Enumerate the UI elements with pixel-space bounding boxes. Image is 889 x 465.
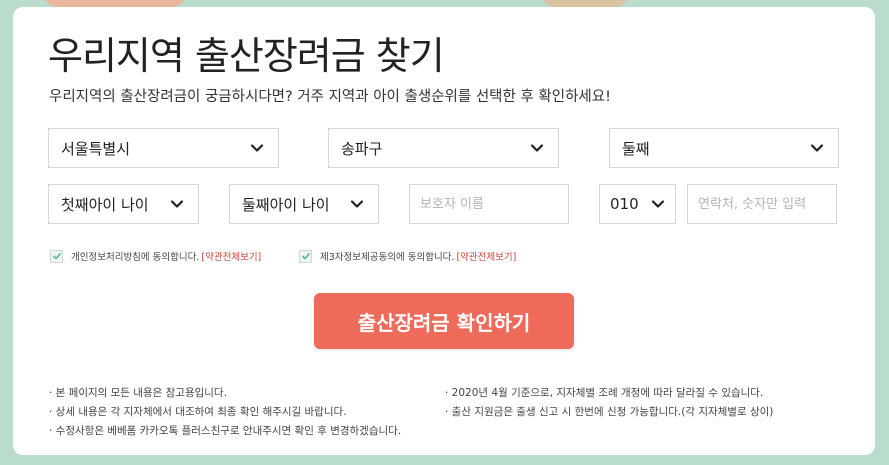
third-party-agreement-checkbox[interactable] bbox=[299, 249, 312, 263]
third-party-agreement[interactable]: 제3자정보제공동의에 동의합니다. [약관전체보기] bbox=[299, 249, 516, 263]
first-child-age-select-value: 첫째아이 나이 bbox=[61, 195, 149, 214]
privacy-agreement-label: 개인정보처리방침에 동의합니다. bbox=[71, 252, 200, 263]
first-child-age-select[interactable]: 첫째아이 나이 bbox=[48, 184, 199, 224]
note-base-date: · 2020년 4월 기준으로, 지자체별 조례 개정에 따라 달라질 수 있습… bbox=[445, 387, 764, 399]
check-icon bbox=[52, 252, 61, 260]
chevron-down-icon bbox=[350, 200, 364, 208]
guardian-name-input[interactable] bbox=[409, 184, 569, 224]
birth-order-select[interactable]: 둘째 bbox=[609, 128, 839, 168]
note-report-changes: · 수정사항은 베베폼 카카오톡 플러스친구로 안내주시면 확인 후 변경하겠습… bbox=[49, 425, 402, 437]
district-select[interactable]: 송파구 bbox=[328, 128, 559, 168]
second-child-age-select[interactable]: 둘째아이 나이 bbox=[229, 184, 379, 224]
privacy-terms-link[interactable]: [약관전체보기] bbox=[201, 249, 261, 263]
note-verify-locally: · 상세 내용은 각 지자체에서 대조하여 최종 확인 해주시길 바랍니다. bbox=[49, 406, 347, 418]
chevron-down-icon bbox=[530, 144, 544, 152]
note-application-timing: · 출산 지원금은 출생 신고 시 한번에 신청 가능합니다.(각 지자체별로 … bbox=[445, 406, 774, 418]
page-subtitle: 우리지역의 출산장려금이 궁금하시다면? 거주 지역과 아이 출생순위를 선택한… bbox=[49, 89, 611, 105]
district-select-value: 송파구 bbox=[341, 139, 383, 158]
third-party-agreement-label: 제3자정보제공동의에 동의합니다. bbox=[320, 252, 455, 263]
chevron-down-icon bbox=[170, 200, 184, 208]
birth-order-select-value: 둘째 bbox=[622, 139, 650, 158]
second-child-age-select-value: 둘째아이 나이 bbox=[242, 195, 330, 214]
chevron-down-icon bbox=[250, 144, 264, 152]
privacy-agreement[interactable]: 개인정보처리방침에 동의합니다. [약관전체보기] bbox=[50, 249, 261, 263]
city-select[interactable]: 서울특별시 bbox=[48, 128, 279, 168]
phone-prefix-select[interactable]: 010 bbox=[599, 184, 676, 224]
privacy-agreement-checkbox[interactable] bbox=[50, 249, 63, 263]
city-select-value: 서울특별시 bbox=[61, 139, 131, 158]
check-icon bbox=[301, 252, 310, 260]
note-reference-only: · 본 페이지의 모든 내용은 참고용입니다. bbox=[49, 387, 227, 399]
third-party-terms-link[interactable]: [약관전체보기] bbox=[456, 249, 516, 263]
chevron-down-icon bbox=[651, 200, 665, 208]
phone-number-input[interactable] bbox=[687, 184, 837, 224]
finder-card: 우리지역 출산장려금 찾기 우리지역의 출산장려금이 궁금하시다면? 거주 지역… bbox=[13, 7, 875, 455]
chevron-down-icon bbox=[810, 144, 824, 152]
page-title: 우리지역 출산장려금 찾기 bbox=[48, 34, 445, 78]
check-incentive-button[interactable]: 출산장려금 확인하기 bbox=[314, 293, 574, 349]
phone-prefix-select-value: 010 bbox=[610, 195, 639, 213]
